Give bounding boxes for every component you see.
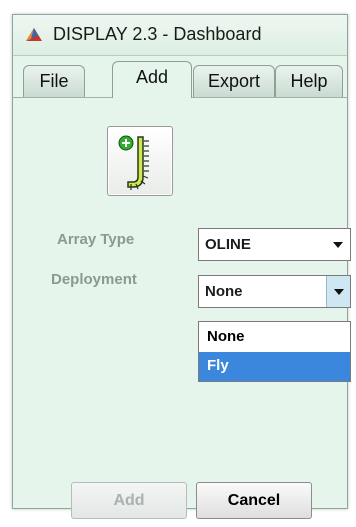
window-title: DISPLAY 2.3 - Dashboard	[53, 24, 262, 44]
add-array-button[interactable]	[107, 126, 173, 196]
tab-export[interactable]: Export	[193, 65, 275, 97]
tab-file[interactable]: File	[23, 65, 85, 97]
array-type-value: OLINE	[205, 236, 251, 253]
chevron-down-icon[interactable]	[326, 229, 350, 260]
add-array-icon	[118, 135, 149, 190]
chevron-down-icon[interactable]	[326, 276, 350, 307]
array-type-label: Array Type	[57, 231, 135, 248]
add-button[interactable]: Add	[71, 482, 187, 519]
dropdown-option-none[interactable]: None	[199, 323, 350, 352]
cancel-button[interactable]: Cancel	[196, 482, 312, 519]
array-type-select[interactable]: OLINE	[198, 228, 351, 261]
title-bar[interactable]: DISPLAY 2.3 - Dashboard	[13, 15, 347, 56]
deployment-label: Deployment	[51, 271, 137, 288]
tab-bar: File Add Export Help	[13, 59, 347, 98]
deployment-select[interactable]: None	[198, 275, 351, 308]
deployment-value: None	[205, 283, 243, 300]
tab-add[interactable]: Add	[112, 61, 192, 98]
dashboard-window: DISPLAY 2.3 - Dashboard File Add Export …	[12, 14, 351, 519]
deployment-dropdown-list: None Fly	[198, 321, 351, 382]
matlab-icon	[25, 26, 43, 44]
tab-help[interactable]: Help	[275, 65, 343, 97]
dropdown-option-fly[interactable]: Fly	[199, 352, 350, 381]
